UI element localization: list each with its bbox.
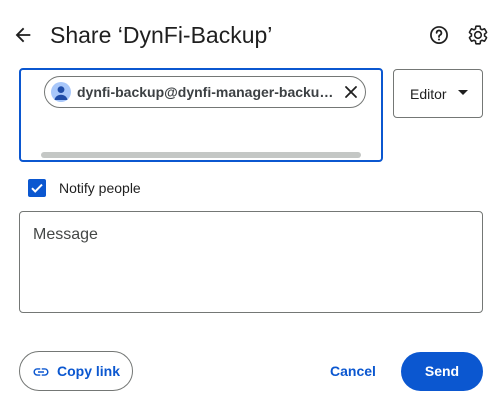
recipients-field[interactable]: dynfi-backup@dynfi-manager-backup.iam.gs… <box>19 68 383 162</box>
notify-people-label: Notify people <box>59 180 141 196</box>
check-icon <box>31 183 43 193</box>
caret-down-icon <box>458 90 468 95</box>
help-button[interactable] <box>424 20 454 50</box>
send-button[interactable]: Send <box>401 352 483 391</box>
send-label: Send <box>424 363 460 379</box>
role-dropdown[interactable]: Editor <box>393 69 483 118</box>
copy-link-label: Copy link <box>57 363 121 379</box>
remove-recipient-button[interactable] <box>341 82 361 102</box>
close-icon <box>345 86 357 98</box>
horizontal-scrollbar[interactable] <box>41 152 361 158</box>
share-dialog: Share ‘DynFi-Backup’ dynfi-backup@dynfi-… <box>0 0 503 411</box>
arrow-back-icon <box>15 27 31 43</box>
help-circle-icon <box>430 26 448 44</box>
role-dropdown-value: Editor <box>410 86 447 102</box>
cancel-label: Cancel <box>330 363 376 379</box>
recipient-chip-label: dynfi-backup@dynfi-manager-backup.iam.gs… <box>77 84 341 100</box>
notify-people-checkbox[interactable] <box>28 179 46 197</box>
cancel-button[interactable]: Cancel <box>318 352 388 392</box>
copy-link-button[interactable]: Copy link <box>19 351 133 391</box>
settings-button[interactable] <box>463 20 493 50</box>
message-placeholder: Message <box>33 226 98 243</box>
back-button[interactable] <box>8 20 38 50</box>
recipient-chip[interactable]: dynfi-backup@dynfi-manager-backup.iam.gs… <box>44 76 366 108</box>
link-icon <box>33 368 49 376</box>
message-field[interactable]: Message <box>19 211 483 313</box>
person-avatar-icon <box>51 82 71 102</box>
dialog-title: Share ‘DynFi-Backup’ <box>50 22 273 48</box>
gear-icon <box>468 25 488 45</box>
